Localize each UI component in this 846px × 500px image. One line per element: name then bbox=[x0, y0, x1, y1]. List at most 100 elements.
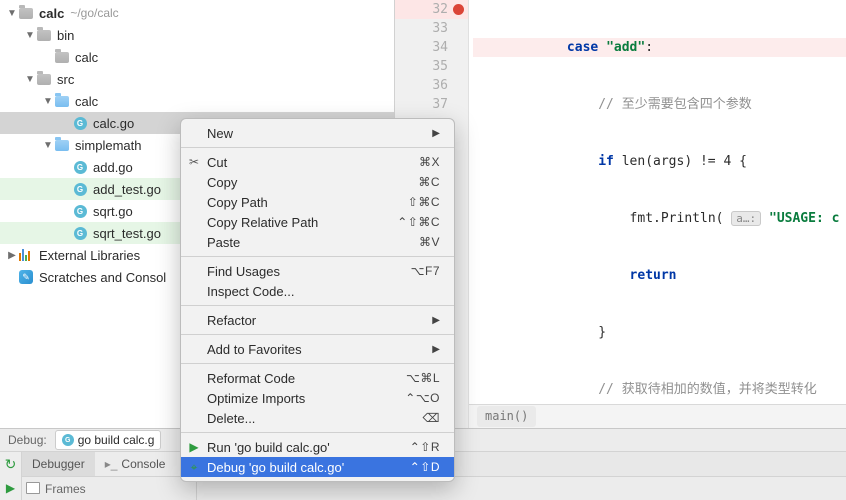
frames-icon bbox=[28, 484, 40, 494]
menu-item[interactable]: Optimize Imports ⌃⌥O bbox=[181, 388, 454, 408]
folded-param[interactable]: a…: bbox=[731, 211, 761, 226]
menu-item-label: Copy Path bbox=[207, 195, 268, 210]
menu-item-label: Cut bbox=[207, 155, 227, 170]
module-icon bbox=[55, 140, 69, 151]
menu-item[interactable]: ⌖ Debug 'go build calc.go' ⌃⇧D bbox=[181, 457, 454, 477]
code-line[interactable]: fmt.Println( a…: "USAGE: c bbox=[473, 209, 846, 228]
tree-node-label: add.go bbox=[93, 160, 133, 175]
run-configuration[interactable]: G go build calc.g bbox=[55, 430, 162, 450]
menu-separator bbox=[181, 334, 454, 335]
tree-node-label: simplemath bbox=[75, 138, 141, 153]
gutter-line[interactable]: 36 bbox=[395, 76, 468, 95]
tree-node-root[interactable]: ▼ calc ~/go/calc bbox=[0, 2, 394, 24]
menu-item-label: Debug 'go build calc.go' bbox=[207, 460, 344, 475]
tab-debugger[interactable]: Debugger bbox=[22, 452, 95, 476]
menu-item[interactable]: New ▶ bbox=[181, 123, 454, 143]
menu-shortcut: ⌥⌘L bbox=[406, 371, 440, 385]
tab-console[interactable]: ▸_Console bbox=[95, 452, 176, 476]
go-file-icon: G bbox=[74, 227, 87, 240]
gutter-line[interactable]: 32 bbox=[395, 0, 468, 19]
run-config-label: go build calc.g bbox=[78, 433, 155, 447]
code-line[interactable]: // 获取待相加的数值，并将类型转化 bbox=[473, 380, 846, 399]
tree-node-label: add_test.go bbox=[93, 182, 161, 197]
menu-item-label: Copy Relative Path bbox=[207, 215, 318, 230]
submenu-arrow-icon: ▶ bbox=[432, 315, 440, 326]
run-icon: ▶ bbox=[187, 440, 201, 454]
bug-icon: ⌖ bbox=[187, 460, 201, 475]
menu-shortcut: ⌘V bbox=[419, 235, 440, 249]
menu-item[interactable]: Reformat Code ⌥⌘L bbox=[181, 368, 454, 388]
submenu-arrow-icon: ▶ bbox=[432, 128, 440, 139]
scratches-icon: ✎ bbox=[19, 270, 33, 284]
tree-node-label: calc bbox=[75, 50, 98, 65]
menu-item-label: New bbox=[207, 126, 233, 141]
breadcrumb[interactable]: main() bbox=[469, 404, 846, 428]
frames-label: Frames bbox=[45, 482, 86, 496]
debug-side-toolbar: ↻ ▶ bbox=[0, 452, 22, 500]
chevron-down-icon[interactable]: ▼ bbox=[24, 30, 36, 41]
folder-icon bbox=[37, 74, 51, 85]
menu-item[interactable]: Paste ⌘V bbox=[181, 232, 454, 252]
tree-node-label: calc bbox=[39, 6, 64, 21]
menu-item[interactable]: Inspect Code... bbox=[181, 281, 454, 301]
menu-item[interactable]: Copy ⌘C bbox=[181, 172, 454, 192]
tree-node[interactable]: ▼bin bbox=[0, 24, 394, 46]
menu-item[interactable]: Add to Favorites▶ bbox=[181, 339, 454, 359]
menu-shortcut: ⌥F7 bbox=[411, 264, 440, 278]
scissors-icon: ✂ bbox=[187, 155, 201, 169]
menu-item[interactable]: Find Usages⌥F7 bbox=[181, 261, 454, 281]
context-menu: New ▶ ✂ Cut ⌘X Copy ⌘C Copy Path ⇧⌘C Copy Relativ… bbox=[180, 118, 455, 482]
rerun-icon[interactable]: ↻ bbox=[5, 456, 17, 473]
menu-item[interactable]: ▶Run 'go build calc.go'⌃⇧R bbox=[181, 437, 454, 457]
menu-item-label: Inspect Code... bbox=[207, 284, 294, 299]
menu-shortcut: ⇧⌘C bbox=[408, 195, 440, 209]
gutter-line[interactable]: 34 bbox=[395, 38, 468, 57]
menu-item-label: Optimize Imports bbox=[207, 391, 305, 406]
menu-item[interactable]: Copy Relative Path ⌃⇧⌘C bbox=[181, 212, 454, 232]
menu-item[interactable]: Refactor▶ bbox=[181, 310, 454, 330]
menu-separator bbox=[181, 256, 454, 257]
code-line[interactable]: case "add": bbox=[473, 38, 846, 57]
chevron-down-icon[interactable]: ▼ bbox=[42, 96, 54, 107]
menu-item[interactable]: ✂ Cut ⌘X bbox=[181, 152, 454, 172]
debug-title: Debug: bbox=[0, 433, 55, 447]
tree-node-label: Scratches and Consol bbox=[39, 270, 166, 285]
menu-item[interactable]: Copy Path ⇧⌘C bbox=[181, 192, 454, 212]
menu-item[interactable]: Delete...⌫ bbox=[181, 408, 454, 428]
menu-shortcut: ⌫ bbox=[423, 411, 440, 425]
code-editor[interactable]: case "add": // 至少需要包含四个参数 if len(args) !… bbox=[469, 0, 846, 428]
resume-icon[interactable]: ▶ bbox=[6, 481, 15, 495]
breakpoint-icon[interactable] bbox=[453, 4, 464, 15]
folder-icon bbox=[37, 30, 51, 41]
gutter-line[interactable]: 33 bbox=[395, 19, 468, 38]
code-line[interactable]: } bbox=[473, 323, 846, 342]
submenu-arrow-icon: ▶ bbox=[432, 344, 440, 355]
chevron-down-icon[interactable]: ▼ bbox=[6, 8, 18, 19]
gutter-line[interactable]: 37 bbox=[395, 95, 468, 114]
menu-shortcut: ⌃⇧D bbox=[410, 460, 440, 474]
menu-shortcut: ⌃⇧⌘C bbox=[397, 215, 440, 229]
chevron-right-icon[interactable]: ▶ bbox=[6, 250, 18, 261]
frames-header[interactable]: Frames bbox=[22, 477, 196, 500]
chevron-down-icon[interactable]: ▼ bbox=[42, 140, 54, 151]
gutter-line[interactable]: 35 bbox=[395, 57, 468, 76]
code-line[interactable]: return bbox=[473, 266, 846, 285]
menu-shortcut: ⌘C bbox=[418, 175, 440, 189]
code-line[interactable]: // 至少需要包含四个参数 bbox=[473, 95, 846, 114]
chevron-down-icon[interactable]: ▼ bbox=[24, 74, 36, 85]
tree-node-label: External Libraries bbox=[39, 248, 140, 263]
go-file-icon: G bbox=[74, 205, 87, 218]
go-file-icon: G bbox=[74, 117, 87, 130]
tree-node[interactable]: ▼ src bbox=[0, 68, 394, 90]
tree-node[interactable]: ▼ calc bbox=[0, 90, 394, 112]
menu-item-label: Reformat Code bbox=[207, 371, 295, 386]
tree-node-label: src bbox=[57, 72, 74, 87]
tree-node[interactable]: calc bbox=[0, 46, 394, 68]
library-icon bbox=[19, 249, 33, 261]
menu-item-label: Copy bbox=[207, 175, 237, 190]
code-line[interactable]: if len(args) != 4 { bbox=[473, 152, 846, 171]
menu-shortcut: ⌃⌥O bbox=[405, 391, 440, 405]
menu-item-label: Paste bbox=[207, 235, 240, 250]
menu-shortcut: ⌘X bbox=[419, 155, 440, 169]
tree-node-label: calc bbox=[75, 94, 98, 109]
